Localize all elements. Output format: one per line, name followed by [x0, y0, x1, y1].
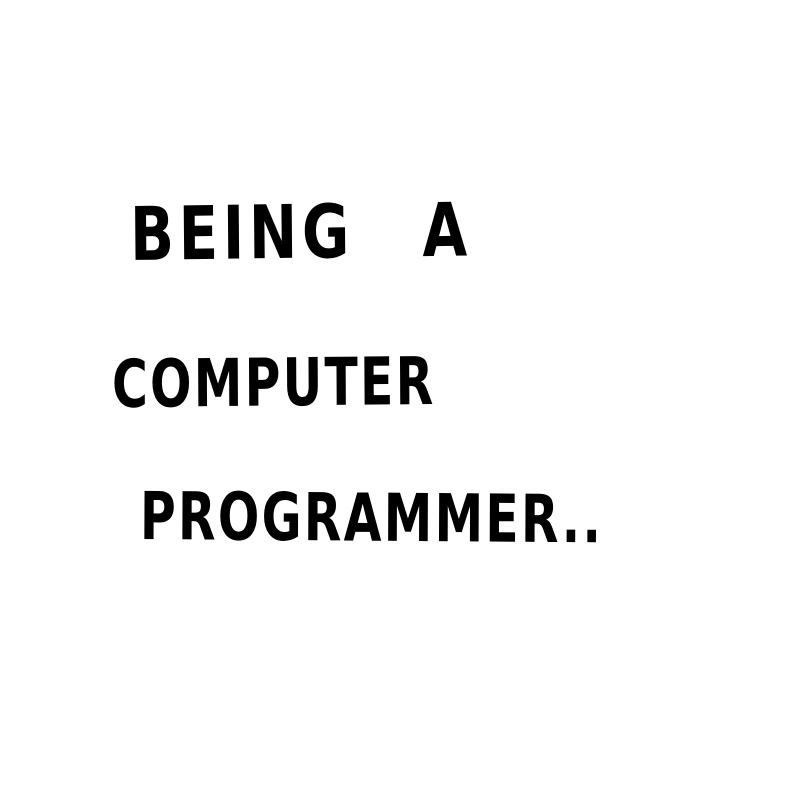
handwritten-note: Being a Computer programmer..	[0, 0, 800, 800]
text-line-3: programmer..	[139, 478, 604, 559]
text-line-2: Computer	[111, 342, 436, 423]
text-line-1: Being a	[129, 187, 473, 278]
